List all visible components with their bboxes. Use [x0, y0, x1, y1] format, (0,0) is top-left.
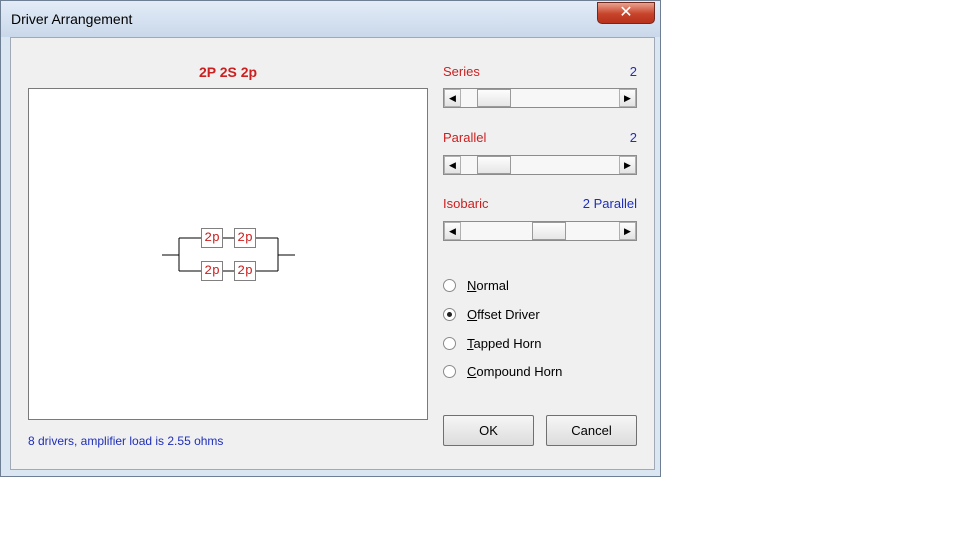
radio-icon[interactable] — [443, 308, 456, 321]
scroll-thumb[interactable] — [477, 89, 512, 107]
title-bar[interactable]: Driver Arrangement ✕ — [1, 1, 660, 37]
isobaric-scrollbar[interactable]: ◀ ▶ — [443, 221, 637, 241]
radio-dot — [447, 312, 452, 317]
label-rest: ormal — [476, 278, 509, 293]
scroll-left-arrow-icon[interactable]: ◀ — [444, 156, 461, 174]
scroll-left-arrow-icon[interactable]: ◀ — [444, 222, 461, 240]
radio-icon[interactable] — [443, 337, 456, 350]
parallel-label: Parallel — [443, 130, 487, 145]
scroll-right-arrow-icon[interactable]: ▶ — [619, 222, 636, 240]
cancel-button[interactable]: Cancel — [546, 415, 637, 446]
radio-icon[interactable] — [443, 279, 456, 292]
series-scrollbar[interactable]: ◀ ▶ — [443, 88, 637, 108]
radio-icon[interactable] — [443, 365, 456, 378]
driver-arrangement-window: Driver Arrangement ✕ 2P 2S 2p 2p 2p 2p 2… — [0, 0, 661, 477]
scroll-right-arrow-icon[interactable]: ▶ — [619, 156, 636, 174]
dialog-client-area: 2P 2S 2p 2p 2p 2p 2p 8 drivers, amplifie… — [10, 37, 655, 470]
radio-label-offset-driver: Offset Driver — [467, 307, 540, 322]
parallel-value: 2 — [629, 130, 637, 145]
driver-box: 2p — [201, 228, 223, 248]
driver-box: 2p — [234, 228, 256, 248]
mnemonic-letter: N — [467, 278, 477, 293]
wiring-lines — [162, 237, 295, 272]
label-rest: apped Horn — [473, 336, 542, 351]
driver-box: 2p — [234, 261, 256, 281]
mnemonic-letter: C — [467, 364, 477, 379]
ok-button[interactable]: OK — [443, 415, 534, 446]
scroll-right-arrow-icon[interactable]: ▶ — [619, 89, 636, 107]
close-icon[interactable]: ✕ — [597, 2, 655, 24]
scroll-thumb[interactable] — [477, 156, 512, 174]
mnemonic-letter: O — [467, 307, 478, 322]
parallel-scrollbar[interactable]: ◀ ▶ — [443, 155, 637, 175]
series-label: Series — [443, 64, 480, 79]
driver-box: 2p — [201, 261, 223, 281]
scroll-left-arrow-icon[interactable]: ◀ — [444, 89, 461, 107]
arrangement-diagram: 2p 2p 2p 2p — [28, 88, 428, 420]
series-value: 2 — [629, 64, 637, 79]
window-title: Driver Arrangement — [11, 11, 133, 27]
scroll-thumb[interactable] — [531, 222, 566, 240]
label-rest: ompound Horn — [476, 364, 563, 379]
label-rest: ffset Driver — [477, 307, 540, 322]
radio-label-compound-horn: Compound Horn — [467, 364, 562, 379]
radio-label-tapped-horn: Tapped Horn — [467, 336, 541, 351]
isobaric-label: Isobaric — [443, 196, 489, 211]
isobaric-value: 2 Parallel — [582, 196, 637, 211]
radio-label-normal: Normal — [467, 278, 509, 293]
status-text: 8 drivers, amplifier load is 2.55 ohms — [28, 434, 224, 448]
arrangement-heading: 2P 2S 2p — [198, 64, 258, 80]
